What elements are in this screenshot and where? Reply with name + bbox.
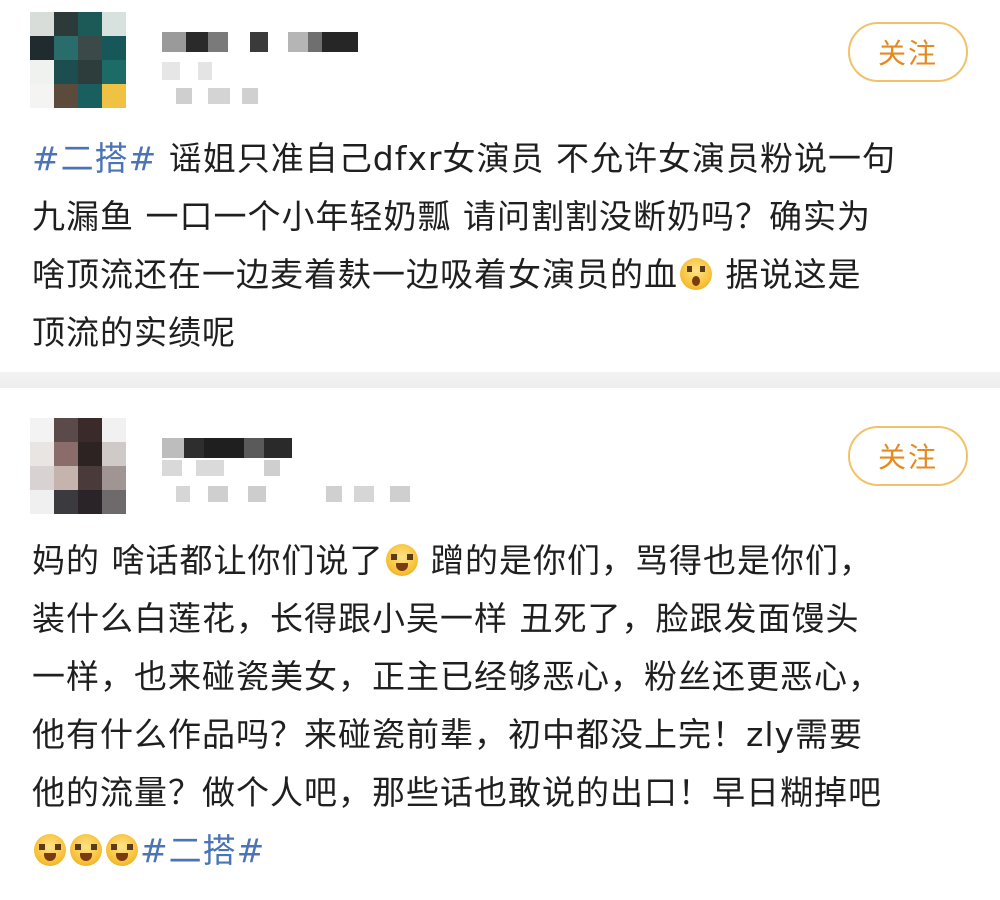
- hashtag-link[interactable]: #二搭#: [140, 831, 265, 870]
- post-text-line: 一样，也来碰瓷美女，正主已经够恶心，粉丝还更恶心，: [32, 648, 962, 706]
- post-text-line: 他的流量？做个人吧，那些话也敢说的出口！早日糊掉吧: [32, 764, 962, 822]
- crying-face-icon: [106, 834, 138, 866]
- weibo-post-2: 关注 妈的 啥话都让你们说了 蹭的是你们，骂得也是你们， 装什么白莲花，长得跟小吴…: [0, 388, 1000, 900]
- post-text-segment: 他有什么作品吗？来碰瓷前辈，初中都没上完！zly需要: [32, 715, 864, 754]
- user-meta-blurred: [176, 88, 258, 104]
- crying-face-icon: [34, 834, 66, 866]
- follow-button[interactable]: 关注: [848, 426, 968, 486]
- user-avatar[interactable]: [30, 12, 126, 108]
- post-text-segment: 他的流量？做个人吧，那些话也敢说的出口！早日糊掉吧: [32, 773, 882, 812]
- post-text-line: #二搭#: [32, 822, 962, 880]
- user-avatar[interactable]: [30, 418, 126, 514]
- user-meta-blurred: [162, 62, 212, 80]
- post-text-segment: 装什么白莲花，长得跟小吴一样 丑死了，脸跟发面馒头: [32, 599, 860, 638]
- post-text-line: 他有什么作品吗？来碰瓷前辈，初中都没上完！zly需要: [32, 706, 962, 764]
- user-meta-blurred: [162, 460, 280, 476]
- post-text-line: #二搭# 谣姐只准自己dfxr女演员 不允许女演员粉说一句: [32, 130, 962, 188]
- hashtag-link[interactable]: #二搭#: [32, 139, 157, 178]
- post-divider: [0, 372, 1000, 388]
- post-text-line: 九漏鱼 一口一个小年轻奶瓢 请问割割没断奶吗？确实为: [32, 188, 962, 246]
- post-text-segment: 九漏鱼 一口一个小年轻奶瓢 请问割割没断奶吗？确实为: [32, 197, 871, 236]
- crying-face-icon: [70, 834, 102, 866]
- username-blurred[interactable]: [162, 438, 292, 458]
- crying-face-icon: [385, 544, 418, 576]
- post-text-segment: 啥顶流还在一边麦着麸一边吸着女演员的血: [32, 255, 678, 294]
- post-text-line: 妈的 啥话都让你们说了 蹭的是你们，骂得也是你们，: [32, 532, 962, 590]
- post-text-segment: 蹭的是你们，骂得也是你们，: [419, 541, 873, 580]
- post-text-line: 顶流的实绩呢: [32, 304, 962, 362]
- post-text-line: 装什么白莲花，长得跟小吴一样 丑死了，脸跟发面馒头: [32, 590, 962, 648]
- user-meta-blurred: [176, 486, 410, 502]
- post-text: #二搭# 谣姐只准自己dfxr女演员 不允许女演员粉说一句九漏鱼 一口一个小年轻…: [32, 130, 962, 362]
- post-text-segment: 谣姐只准自己dfxr女演员 不允许女演员粉说一句: [157, 139, 896, 178]
- follow-button[interactable]: 关注: [848, 22, 968, 82]
- shocked-face-icon: [680, 258, 712, 290]
- post-text-line: 啥顶流还在一边麦着麸一边吸着女演员的血 据说这是: [32, 246, 962, 304]
- post-text-segment: 一样，也来碰瓷美女，正主已经够恶心，粉丝还更恶心，: [32, 657, 882, 696]
- post-text-segment: 妈的 啥话都让你们说了: [32, 541, 384, 580]
- post-text-segment: 据说这是: [714, 255, 862, 294]
- username-blurred[interactable]: [162, 32, 358, 52]
- post-text-segment: 顶流的实绩呢: [32, 313, 236, 352]
- post-text: 妈的 啥话都让你们说了 蹭的是你们，骂得也是你们， 装什么白莲花，长得跟小吴一样 …: [32, 532, 962, 880]
- weibo-post-1: 关注 #二搭# 谣姐只准自己dfxr女演员 不允许女演员粉说一句九漏鱼 一口一个…: [0, 0, 1000, 372]
